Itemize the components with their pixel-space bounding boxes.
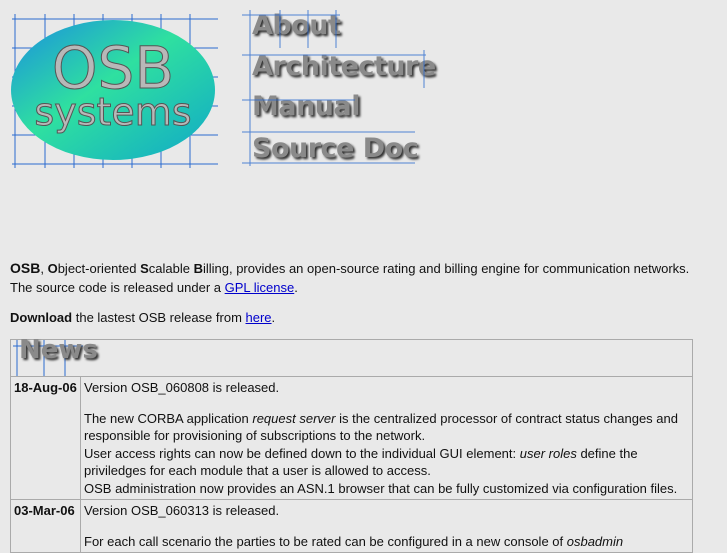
text: ,: [40, 261, 48, 276]
text: illing, provides an open-source rating a…: [202, 261, 690, 276]
download-here-link[interactable]: here: [246, 310, 272, 325]
text: calable: [148, 261, 194, 276]
news-headline: Version OSB_060313 is released.: [84, 503, 280, 518]
download-line: Download the lastest OSB release from he…: [10, 308, 710, 327]
svg-text:systems: systems: [34, 90, 191, 134]
intro: OSB, Object-oriented Scalable Billing, p…: [10, 259, 710, 327]
news-paragraph: OSB administration now provides an ASN.1…: [84, 480, 678, 496]
text: osbadmin: [566, 533, 624, 549]
news-paragraph: For each call scenario the parties to be…: [84, 533, 689, 551]
news-date: 18-Aug-06: [10, 376, 81, 500]
text: O: [47, 261, 58, 276]
text: .: [271, 310, 276, 325]
nav-grid-decoration: [242, 10, 426, 166]
news-paragraph: User access rights can now be defined do…: [84, 445, 689, 480]
news-table: News 18-Aug-06 Version OSB_060808 is rel…: [10, 335, 693, 553]
news-body: Version OSB_060808 is released. The new …: [80, 376, 693, 500]
text: B: [193, 261, 203, 276]
text: user roles: [519, 445, 577, 461]
text: S: [140, 261, 149, 276]
osb-name: OSB: [10, 260, 41, 276]
intro-line-1: OSB, Object-oriented Scalable Billing, p…: [10, 259, 710, 278]
news-item: 18-Aug-06 Version OSB_060808 is released…: [10, 376, 693, 500]
news-title: News: [19, 335, 98, 365]
text: The source code is released under a: [10, 280, 225, 295]
gpl-license-link[interactable]: GPL license: [225, 280, 295, 295]
text: The new CORBA application: [84, 410, 253, 426]
intro-line-2: The source code is released under a GPL …: [10, 278, 710, 297]
text: the lastest OSB release from: [72, 310, 246, 325]
news-paragraph: The new CORBA application request server…: [84, 410, 689, 445]
news-headline: Version OSB_060808 is released.: [84, 380, 280, 395]
text: bject-oriented: [57, 261, 141, 276]
text: .: [294, 280, 298, 295]
news-header: News: [10, 335, 693, 377]
text: request server: [252, 410, 336, 426]
osb-logo[interactable]: OSB systems: [10, 10, 220, 170]
text: User access rights can now be defined do…: [84, 445, 520, 461]
text: For each call scenario the parties to be…: [84, 533, 567, 549]
logo-graphic: OSB systems: [11, 14, 218, 168]
text: Download: [10, 310, 73, 325]
